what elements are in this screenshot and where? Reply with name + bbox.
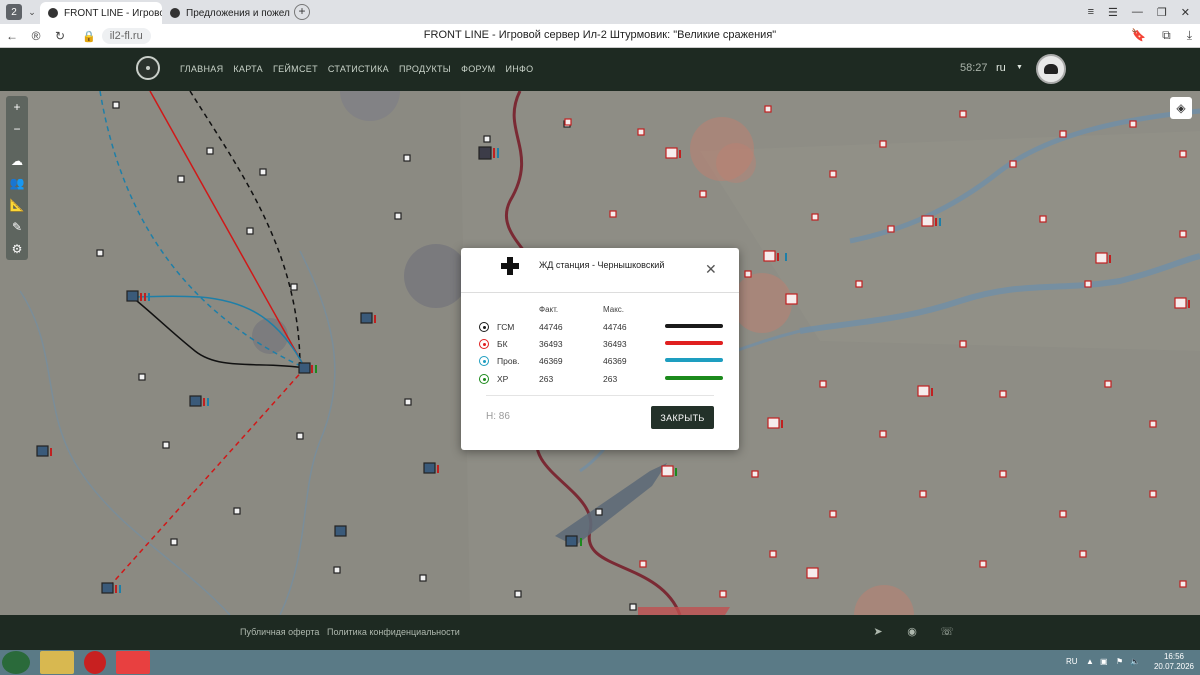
bookmarks-icon[interactable]: ≡	[1088, 6, 1094, 19]
supply-max: 44746	[603, 322, 627, 332]
language-select[interactable]: ru	[996, 62, 1006, 74]
radio-icon	[479, 339, 489, 349]
extensions-icon[interactable]: ⧉	[1162, 28, 1171, 43]
avatar[interactable]	[1036, 54, 1066, 84]
tray-lang[interactable]: RU	[1066, 657, 1078, 666]
supply-row-provisions: Пров. 46369 46369	[479, 355, 729, 369]
ruler-icon[interactable]: 📐	[6, 194, 28, 216]
zoom-in-button[interactable]: +	[6, 96, 28, 118]
opera-icon[interactable]	[84, 651, 106, 674]
supply-max: 263	[603, 374, 618, 384]
radio-icon	[479, 356, 489, 366]
window-close-icon[interactable]: ✕	[1181, 6, 1190, 19]
supply-row-ammo: БК 36493 36493	[479, 338, 729, 352]
supply-fact: 263	[539, 374, 554, 384]
network-icon[interactable]: ▣	[1100, 657, 1108, 666]
supply-fact: 46369	[539, 356, 563, 366]
menu-item-products[interactable]: ПРОДУКТЫ	[399, 64, 451, 74]
minimize-icon[interactable]: —	[1132, 6, 1143, 19]
balkenkreuz-icon	[501, 257, 519, 275]
telegram-icon[interactable]: ➤	[871, 625, 885, 638]
close-button[interactable]: ЗАКРЫТЬ	[651, 406, 714, 429]
bookmark-icon[interactable]: 🔖	[1131, 28, 1146, 43]
menu-icon[interactable]: ☰	[1108, 6, 1118, 19]
clock-time: 16:56	[1163, 652, 1184, 661]
site-footer: Публичная оферта Политика конфиденциальн…	[0, 615, 1200, 650]
download-icon[interactable]: ⤓	[1187, 28, 1192, 43]
clock-date: 20.07.2026	[1153, 662, 1194, 671]
supply-bar	[665, 376, 723, 380]
favicon-icon	[48, 8, 58, 18]
clock[interactable]: 16:56 20.07.2026	[1154, 652, 1194, 672]
tab-count-button[interactable]: 2	[6, 4, 22, 20]
page-title: FRONT LINE - Игровой сервер Ил-2 Штурмов…	[423, 29, 777, 41]
supply-fact: 44746	[539, 322, 563, 332]
map-toolbar: + − ☁ 👥 📐 ✎ ⚙	[6, 96, 28, 260]
supply-bar	[665, 358, 723, 362]
address-bar: ← ® ↻ 🔒 il2-fl.ru FRONT LINE - Игровой с…	[0, 24, 1200, 48]
menu-item-gameset[interactable]: ГЕЙМСЕТ	[273, 64, 318, 74]
close-icon[interactable]: ✕	[705, 262, 717, 276]
support-icon[interactable]: ☏	[940, 625, 954, 638]
modal-divider	[486, 395, 714, 396]
radio-icon	[479, 322, 489, 332]
privacy-link[interactable]: Политика конфиденциальности	[327, 627, 460, 637]
site-header: ГЛАВНАЯ КАРТА ГЕЙМСЕТ СТАТИСТИКА ПРОДУКТ…	[0, 48, 1200, 91]
offer-link[interactable]: Публичная оферта	[240, 627, 319, 637]
discord-icon[interactable]: ◉	[905, 625, 919, 638]
supply-fact: 36493	[539, 339, 563, 349]
tab-frontline[interactable]: FRONT LINE - Игровой ×	[40, 2, 162, 24]
tab-label: FRONT LINE - Игровой	[64, 7, 162, 19]
yandex-browser-icon[interactable]	[116, 651, 150, 674]
menu-item-home[interactable]: ГЛАВНАЯ	[180, 64, 223, 74]
volume-icon[interactable]: 🔈	[1130, 657, 1140, 666]
supply-bar	[665, 341, 723, 345]
radio-icon	[479, 374, 489, 384]
os-taskbar: RU ▲ ▣ ⚑ 🔈 16:56 20.07.2026	[0, 650, 1200, 675]
restore-icon[interactable]: ❐	[1157, 6, 1167, 19]
server-timer: 58:27	[960, 62, 988, 74]
tab-suggestions[interactable]: Предложения и пожелан	[162, 2, 290, 24]
window-controls: ≡ ☰ — ❐ ✕	[1088, 6, 1200, 19]
start-button[interactable]	[2, 651, 30, 674]
menu-item-forum[interactable]: ФОРУМ	[461, 64, 495, 74]
supply-row-fuel: ГСМ 44746 44746	[479, 321, 729, 335]
main-menu: ГЛАВНАЯ КАРТА ГЕЙМСЕТ СТАТИСТИКА ПРОДУКТ…	[180, 64, 533, 74]
menu-item-info[interactable]: ИНФО	[505, 64, 533, 74]
new-tab-button[interactable]: +	[294, 4, 310, 20]
flag-icon[interactable]: ⚑	[1116, 657, 1123, 666]
address-actions: 🔖 ⧉ ⤓	[1131, 28, 1192, 43]
menu-item-stats[interactable]: СТАТИСТИКА	[328, 64, 389, 74]
modal-divider	[461, 292, 739, 293]
supply-name: Пров.	[497, 356, 520, 366]
site-logo[interactable]	[136, 56, 160, 80]
settings-icon[interactable]: ⚙	[6, 238, 28, 260]
caret-down-icon[interactable]: ▼	[1016, 64, 1023, 71]
explorer-icon[interactable]	[40, 651, 74, 674]
weather-icon[interactable]: ☁	[6, 150, 28, 172]
supply-name: БК	[497, 339, 508, 349]
supply-name: ГСМ	[497, 322, 515, 332]
tab-label: Предложения и пожелан	[186, 7, 290, 19]
col-header-max: Макс.	[603, 305, 625, 314]
zoom-out-button[interactable]: −	[6, 118, 28, 140]
supply-bar	[665, 324, 723, 328]
favicon-icon	[170, 8, 180, 18]
supply-max: 46369	[603, 356, 627, 366]
menu-item-map[interactable]: КАРТА	[233, 64, 263, 74]
supply-max: 36493	[603, 339, 627, 349]
supply-name: ХР	[497, 374, 509, 384]
layers-icon[interactable]: ◈	[1170, 97, 1192, 119]
browser-tab-bar: 2 ⌄ FRONT LINE - Игровой × Предложения и…	[0, 0, 1200, 24]
col-header-fact: Факт.	[539, 305, 559, 314]
supply-row-xp: ХР 263 263	[479, 373, 729, 387]
tray-arrow-icon[interactable]: ▲	[1086, 657, 1094, 666]
eraser-icon[interactable]: ✎	[6, 216, 28, 238]
users-icon[interactable]: 👥	[6, 172, 28, 194]
chevron-down-icon[interactable]: ⌄	[24, 7, 40, 18]
modal-title: ЖД станция - Чернышковский	[539, 260, 665, 270]
height-label: Н: 86	[486, 411, 510, 422]
